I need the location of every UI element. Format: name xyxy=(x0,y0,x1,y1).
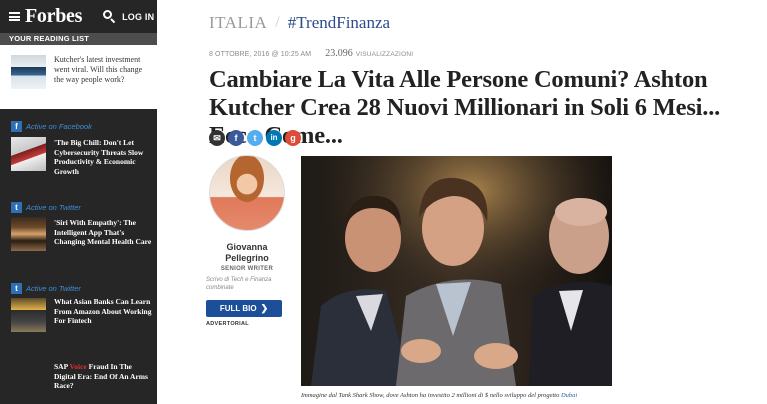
feed-source: f Active on Facebook xyxy=(11,121,92,132)
full-bio-label: FULL BIO xyxy=(219,304,257,313)
reading-list-item[interactable]: Kutcher's latest investment went viral. … xyxy=(0,45,157,109)
hamburger-menu-icon[interactable] xyxy=(9,12,20,21)
feed-source: t Active on Twitter xyxy=(11,202,81,213)
breadcrumb: ITALIA / #TrendFinanza xyxy=(209,13,390,33)
feed-thumbnail xyxy=(11,298,46,332)
twitter-icon: t xyxy=(11,283,22,294)
feed-title[interactable]: 'Siri With Empathy': The Intelligent App… xyxy=(54,218,154,247)
shark-tank-photo xyxy=(301,156,612,386)
twitter-share-icon[interactable]: t xyxy=(247,130,263,146)
feed-thumbnail xyxy=(11,217,46,251)
main-content: ITALIA / #TrendFinanza 8 OTTOBRE, 2016 @… xyxy=(157,0,767,404)
sap-brand: SAP xyxy=(54,362,68,371)
reading-list-item-text[interactable]: Kutcher's latest investment went viral. … xyxy=(54,55,152,85)
view-count: 23.096 xyxy=(325,48,353,59)
twitter-icon: t xyxy=(11,202,22,213)
article-date: 8 OTTOBRE, 2016 @ 10:25 AM xyxy=(209,51,312,58)
author-avatar[interactable] xyxy=(209,155,285,231)
breadcrumb-tag[interactable]: #TrendFinanza xyxy=(288,13,390,33)
feed-thumbnail xyxy=(11,137,46,171)
sap-brand-suffix: Voice xyxy=(69,362,87,371)
left-sidebar: Forbes LOG IN YOUR READING LIST Kutcher'… xyxy=(0,0,157,404)
article-meta: 8 OTTOBRE, 2016 @ 10:25 AM 23.096 VISUAL… xyxy=(209,48,413,59)
photo-caption: Immagine dal Tank Shark Show, dove Ashto… xyxy=(301,392,631,399)
login-button[interactable]: LOG IN xyxy=(122,12,154,22)
topbar: Forbes LOG IN xyxy=(0,0,157,33)
author-bio: Scrivo di Tech e Finanza combinate xyxy=(206,277,272,291)
reading-list-thumbnail xyxy=(11,55,46,89)
photo-caption-link[interactable]: Dubai xyxy=(561,392,577,399)
sap-promo-text[interactable]: SAP Voice Fraud In The Digital Era: End … xyxy=(54,362,154,391)
feed-source-label: Active on Twitter xyxy=(26,284,81,293)
advertorial-label: ADVERTORIAL xyxy=(206,321,249,327)
facebook-icon: f xyxy=(11,121,22,132)
author-role: SENIOR WRITER xyxy=(220,266,274,272)
chevron-right-icon: ❯ xyxy=(260,303,269,313)
feed-source-label: Active on Facebook xyxy=(26,122,92,131)
email-share-icon[interactable]: ✉ xyxy=(209,130,225,146)
facebook-share-icon[interactable]: f xyxy=(228,130,244,146)
author-card: Giovanna Pellegrino SENIOR WRITER Scrivo… xyxy=(206,155,288,327)
breadcrumb-separator: / xyxy=(275,14,280,31)
forbes-logo[interactable]: Forbes xyxy=(25,5,82,28)
linkedin-share-icon[interactable]: in xyxy=(266,130,282,146)
feed-source-label: Active on Twitter xyxy=(26,203,81,212)
search-icon[interactable] xyxy=(103,10,116,24)
reading-list-header: YOUR READING LIST xyxy=(0,33,157,45)
article-photo xyxy=(301,156,612,386)
view-count-label: VISUALIZZAZIONI xyxy=(355,51,414,58)
author-name[interactable]: Giovanna Pellegrino xyxy=(206,242,288,264)
feed-title[interactable]: 'The Big Chill: Don't Let Cybersecurity … xyxy=(54,138,154,176)
sap-promo-title[interactable]: Fraud In The Digital Era: End Of An Arms… xyxy=(54,362,148,390)
full-bio-button[interactable]: FULL BIO ❯ xyxy=(206,300,282,317)
breadcrumb-category[interactable]: ITALIA xyxy=(209,13,267,33)
photo-caption-text: Immagine dal Tank Shark Show, dove Ashto… xyxy=(301,392,560,399)
feed-title[interactable]: What Asian Banks Can Learn From Amazon A… xyxy=(54,297,154,326)
share-buttons: ✉ f t in g xyxy=(209,130,304,146)
google-plus-share-icon[interactable]: g xyxy=(285,130,301,146)
feed-source: t Active on Twitter xyxy=(11,283,81,294)
